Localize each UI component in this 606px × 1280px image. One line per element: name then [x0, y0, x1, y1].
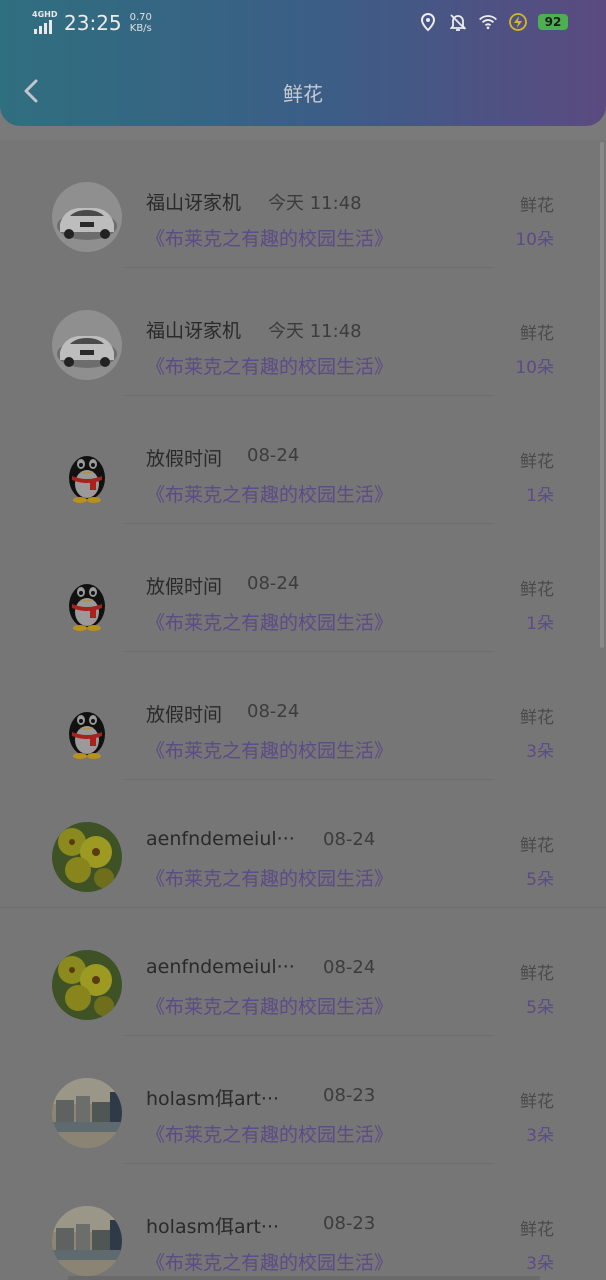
avatar[interactable] [52, 1078, 122, 1148]
scrollbar[interactable] [600, 142, 604, 648]
gift-category: 鲜花 [520, 580, 554, 600]
gift-count: 3朵 [526, 1126, 554, 1146]
page-title: 鲜花 [283, 82, 323, 106]
status-time: 23:25 [64, 11, 122, 35]
timestamp: 08-24 [323, 957, 376, 978]
avatar[interactable] [52, 566, 122, 636]
gift-category: 鲜花 [520, 1220, 554, 1240]
flower-avatar-icon [52, 950, 122, 1020]
list-item[interactable]: aenfndemeiul··· 08-24 《布莱克之有趣的校园生活》 鲜花 5… [0, 780, 606, 908]
book-title-link[interactable]: 《布莱克之有趣的校园生活》 [146, 480, 393, 507]
list-item[interactable]: holasm佴art··· 08-23 《布莱克之有趣的校园生活》 鲜花 3朵 [0, 1036, 606, 1164]
book-title-link[interactable]: 《布莱克之有趣的校园生活》 [146, 864, 393, 891]
network-speed-value: 0.70 [129, 12, 152, 23]
gift-count: 1朵 [526, 614, 554, 634]
book-title-link[interactable]: 《布莱克之有趣的校园生活》 [146, 224, 393, 251]
sender-name: aenfndemeiul··· [146, 828, 295, 850]
list-item[interactable]: aenfndemeiul··· 08-24 《布莱克之有趣的校园生活》 鲜花 5… [0, 908, 606, 1036]
book-title-link[interactable]: 《布莱克之有趣的校园生活》 [146, 992, 393, 1019]
timestamp: 今天 11:48 [268, 321, 362, 342]
timestamp: 08-24 [323, 829, 376, 850]
avatar[interactable] [52, 822, 122, 892]
network-speed-unit: KB/s [129, 23, 152, 34]
sender-name: 放假时间 [146, 704, 223, 726]
book-title-link[interactable]: 《布莱克之有趣的校园生活》 [146, 608, 393, 635]
town-avatar-icon [52, 1078, 122, 1148]
avatar[interactable] [52, 1206, 122, 1276]
cellular-signal-icon: 4GHD [32, 10, 60, 36]
timestamp: 08-24 [247, 701, 300, 722]
penguin-avatar-icon [52, 438, 122, 508]
list-item[interactable]: 放假时间 08-24 《布莱克之有趣的校园生活》 鲜花 1朵 [0, 396, 606, 524]
gift-category: 鲜花 [520, 836, 554, 856]
town-avatar-icon [52, 1206, 122, 1276]
gift-category: 鲜花 [520, 196, 554, 216]
flower-record-list[interactable]: 福山讶家机 今天 11:48 《布莱克之有趣的校园生活》 鲜花 10朵 福山讶家… [0, 140, 606, 1280]
timestamp: 08-24 [247, 445, 300, 466]
sender-name: 福山讶家机 [146, 192, 242, 214]
bell-muted-icon [449, 14, 467, 31]
list-item[interactable]: 福山讶家机 今天 11:48 《布莱克之有趣的校园生活》 鲜花 10朵 [0, 268, 606, 396]
penguin-avatar-icon [52, 566, 122, 636]
avatar[interactable] [52, 310, 122, 380]
gift-count: 10朵 [515, 358, 554, 378]
timestamp: 08-23 [323, 1213, 376, 1234]
car-avatar-icon [52, 182, 122, 252]
book-title-link[interactable]: 《布莱克之有趣的校园生活》 [146, 736, 393, 763]
status-bar: 4GHD 23:25 0.70 KB/s 92 [0, 8, 606, 44]
list-item[interactable]: holasm佴art··· 08-23 《布莱克之有趣的校园生活》 鲜花 3朵 [0, 1164, 606, 1280]
timestamp: 08-23 [323, 1085, 376, 1106]
sender-name: 放假时间 [146, 448, 223, 470]
list-item[interactable]: 放假时间 08-24 《布莱克之有趣的校园生活》 鲜花 3朵 [0, 652, 606, 780]
car-avatar-icon [52, 310, 122, 380]
gift-count: 5朵 [526, 998, 554, 1018]
avatar[interactable] [52, 694, 122, 764]
avatar[interactable] [52, 182, 122, 252]
app-header: 4GHD 23:25 0.70 KB/s 92 鲜花 [0, 0, 606, 126]
sender-name: 福山讶家机 [146, 320, 242, 342]
book-title-link[interactable]: 《布莱克之有趣的校园生活》 [146, 1120, 393, 1147]
gift-category: 鲜花 [520, 1092, 554, 1112]
avatar[interactable] [52, 438, 122, 508]
network-speed: 0.70 KB/s [130, 12, 152, 34]
list-item[interactable]: 放假时间 08-24 《布莱克之有趣的校园生活》 鲜花 1朵 [0, 524, 606, 652]
list-item[interactable]: 福山讶家机 今天 11:48 《布莱克之有趣的校园生活》 鲜花 10朵 [0, 140, 606, 268]
sender-name: aenfndemeiul··· [146, 956, 295, 978]
sender-name: 放假时间 [146, 576, 223, 598]
charging-icon [509, 13, 527, 31]
timestamp: 08-24 [247, 573, 300, 594]
book-title-link[interactable]: 《布莱克之有趣的校园生活》 [146, 1248, 393, 1275]
battery-level: 92 [538, 14, 568, 30]
sender-name: holasm佴art··· [146, 1088, 280, 1110]
gift-category: 鲜花 [520, 964, 554, 984]
gift-count: 5朵 [526, 870, 554, 890]
gift-category: 鲜花 [520, 708, 554, 728]
flower-avatar-icon [52, 822, 122, 892]
gift-category: 鲜花 [520, 324, 554, 344]
location-icon [420, 12, 436, 32]
gift-count: 3朵 [526, 742, 554, 762]
avatar[interactable] [52, 950, 122, 1020]
gift-count: 1朵 [526, 486, 554, 506]
timestamp: 今天 11:48 [268, 193, 362, 214]
wifi-icon [479, 15, 497, 30]
bottom-edge [68, 1276, 540, 1280]
network-type-label: 4GHD [32, 10, 58, 19]
penguin-avatar-icon [52, 694, 122, 764]
gift-count: 3朵 [526, 1254, 554, 1274]
book-title-link[interactable]: 《布莱克之有趣的校园生活》 [146, 352, 393, 379]
gift-category: 鲜花 [520, 452, 554, 472]
gift-count: 10朵 [515, 230, 554, 250]
sender-name: holasm佴art··· [146, 1216, 280, 1238]
